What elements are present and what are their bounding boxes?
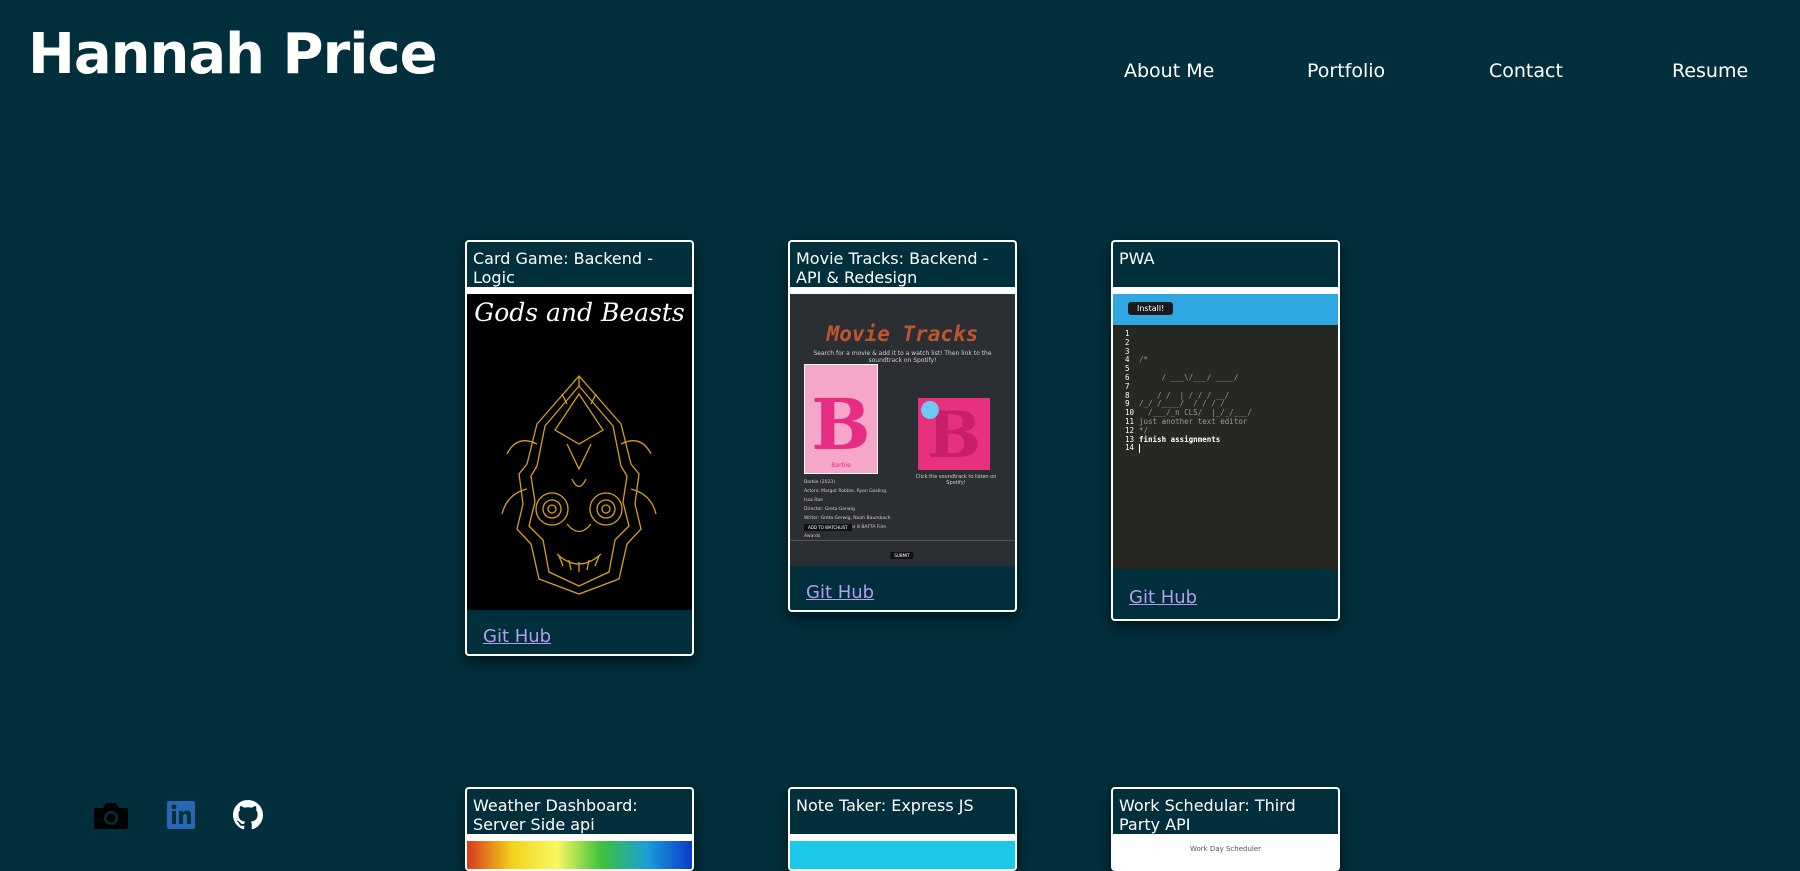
camera-icon[interactable] — [93, 800, 129, 830]
card-divider — [1113, 834, 1338, 841]
thumbnail-heading: Work Day Scheduler — [1189, 845, 1262, 853]
card-divider — [467, 287, 692, 294]
github-link[interactable]: Git Hub — [790, 566, 1015, 610]
card-divider — [1113, 287, 1338, 294]
thumbnail-heading: Movie Tracks — [826, 322, 979, 346]
nav-about-me[interactable]: About Me — [1124, 60, 1214, 82]
project-card-movie-tracks: Movie Tracks: Backend - API & Redesign M… — [788, 240, 1017, 612]
project-title: Card Game: Backend - Logic — [473, 249, 653, 287]
project-thumbnail[interactable] — [790, 841, 1015, 869]
project-card-work-schedular: Work Schedular: Third Party API Work Day… — [1111, 787, 1340, 871]
movie-details: Barbie (2023) Actors: Margot Robbie, Rya… — [804, 480, 891, 539]
spotify-caption: Click the soundtrack to listen on Spotif… — [915, 474, 997, 486]
project-thumbnail[interactable] — [467, 841, 692, 869]
nav-contact[interactable]: Contact — [1489, 60, 1563, 82]
footer-divider — [790, 540, 1015, 541]
nav-portfolio[interactable]: Portfolio — [1307, 60, 1385, 82]
project-thumbnail[interactable]: Movie Tracks Search for a movie & add it… — [790, 294, 1015, 566]
card-divider — [790, 834, 1015, 841]
barbie-poster: B Barbie — [804, 364, 878, 474]
code-editor: 1 2 3 4/* 5 6 / ___\/___/ ____/ 7 8 / / … — [1125, 329, 1252, 454]
install-button[interactable]: Install! — [1128, 302, 1174, 315]
add-watchlist-button[interactable]: ADD TO WATCHLIST — [804, 524, 852, 531]
project-thumbnail[interactable]: Gods and Beasts — [467, 294, 692, 610]
project-card-note-taker: Note Taker: Express JS — [788, 787, 1017, 871]
project-title: Weather Dashboard: Server Side api — [473, 796, 638, 834]
project-title: Work Schedular: Third Party API — [1119, 796, 1296, 834]
soundtrack-cover: B — [918, 398, 990, 473]
github-link[interactable]: Git Hub — [467, 610, 692, 654]
pwa-toolbar: Install! — [1113, 294, 1338, 325]
ornate-mask-illustration — [501, 375, 657, 595]
project-card-weather-dashboard: Weather Dashboard: Server Side api — [465, 787, 694, 871]
poster-caption: Barbie — [831, 462, 851, 469]
nav-resume[interactable]: Resume — [1672, 60, 1748, 82]
cover-badge — [921, 401, 939, 419]
github-icon[interactable] — [233, 800, 263, 830]
project-title: Note Taker: Express JS — [796, 796, 974, 815]
card-divider — [467, 834, 692, 841]
project-card-pwa: PWA Install! 1 2 3 4/* 5 6 / ___\/___/ _… — [1111, 240, 1340, 621]
main-nav: About Me Portfolio Contact Resume — [0, 60, 1800, 88]
poster-letter: B — [811, 383, 871, 466]
project-title: Movie Tracks: Backend - API & Redesign — [796, 249, 989, 287]
submit-button[interactable]: SUBMIT — [890, 552, 914, 559]
project-card-card-game: Card Game: Backend - Logic Gods and Beas… — [465, 240, 694, 656]
project-title: PWA — [1119, 249, 1155, 268]
card-divider — [790, 287, 1015, 294]
linkedin-icon[interactable] — [167, 800, 197, 830]
thumbnail-subheading: Search for a movie & add it to a watch l… — [813, 350, 992, 364]
project-thumbnail[interactable]: Work Day Scheduler — [1113, 841, 1338, 869]
project-thumbnail[interactable]: Install! 1 2 3 4/* 5 6 / ___\/___/ ____/… — [1113, 294, 1338, 569]
github-link[interactable]: Git Hub — [1113, 569, 1338, 619]
